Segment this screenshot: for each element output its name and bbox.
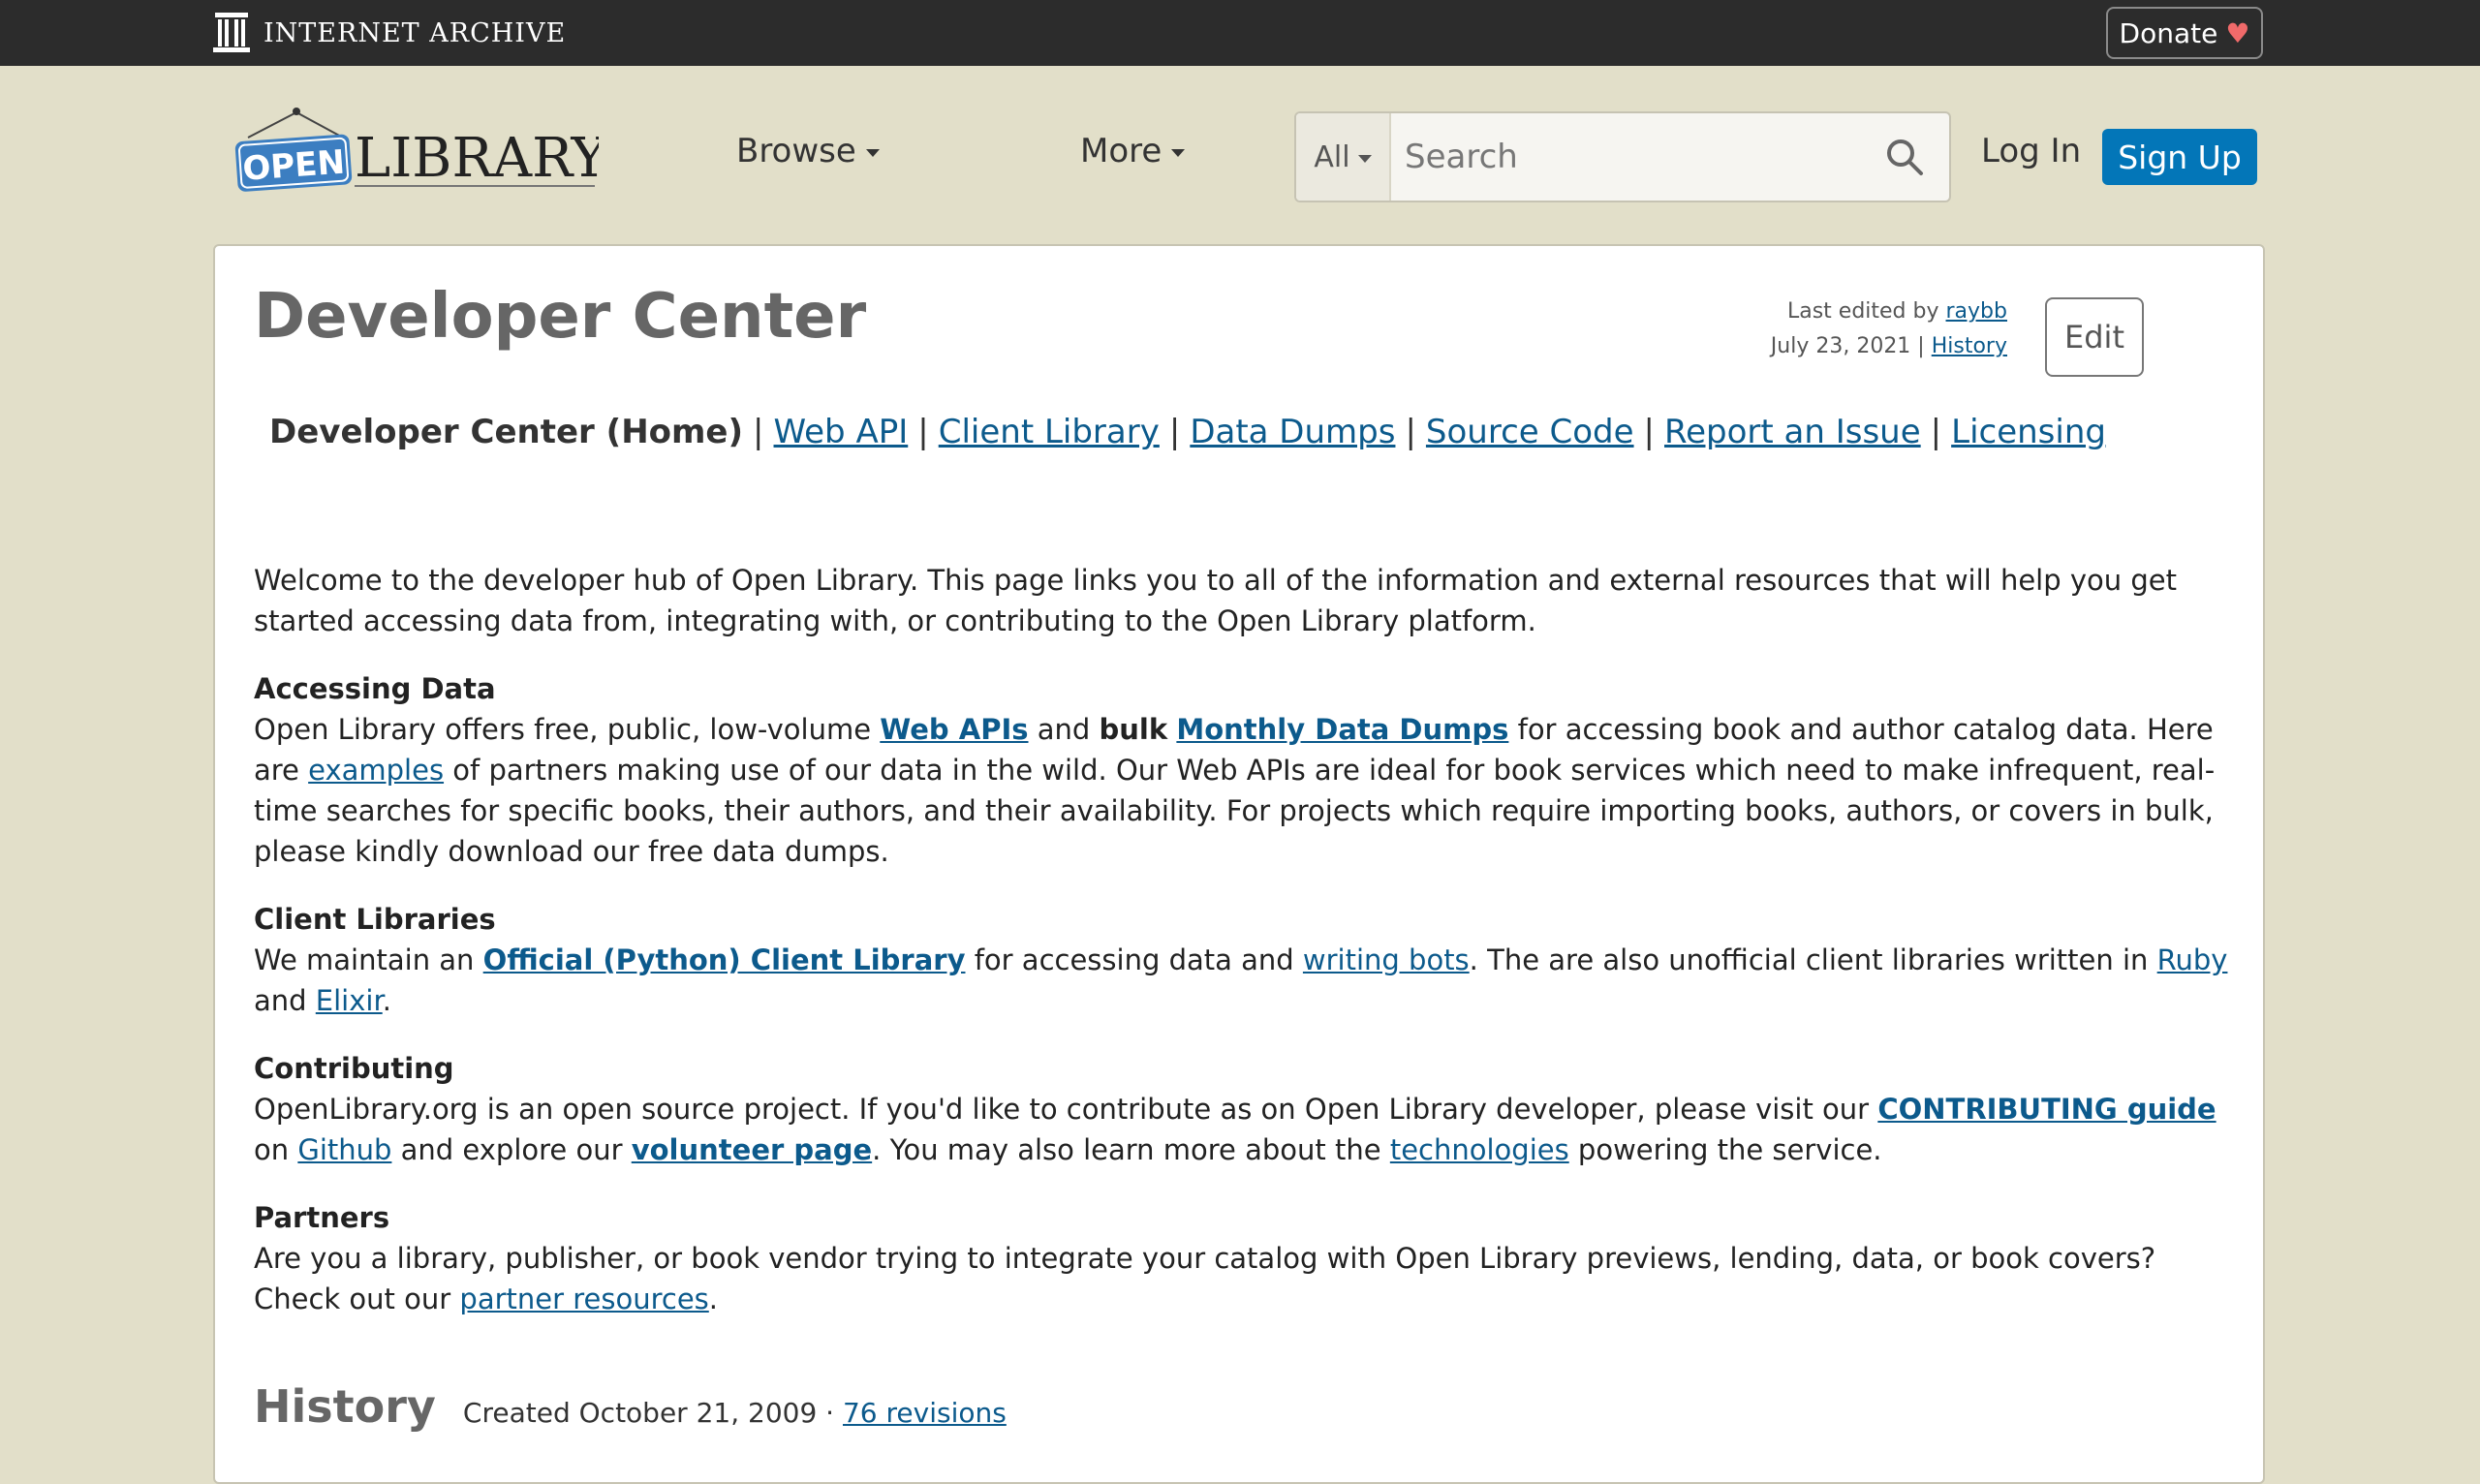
- partner-resources-link[interactable]: partner resources: [459, 1283, 708, 1315]
- last-edited-date: July 23, 2021: [1770, 334, 1911, 358]
- edit-info: Last edited by raybb July 23, 2021 | His…: [1770, 299, 2007, 358]
- text: and: [1028, 713, 1100, 746]
- text: . You may also learn more about the: [872, 1133, 1390, 1166]
- internet-archive-bar: INTERNET ARCHIVE Donate ♥: [0, 0, 2480, 66]
- chevron-down-icon: [1357, 155, 1372, 163]
- client-libraries-section: Client Libraries We maintain an Official …: [254, 899, 2240, 1021]
- devnav-web-api[interactable]: Web API: [774, 413, 909, 451]
- browse-menu[interactable]: Browse: [736, 132, 880, 170]
- page-title: Developer Center: [254, 281, 867, 353]
- search-scope-select[interactable]: All: [1296, 113, 1391, 201]
- bulk-text: bulk: [1099, 713, 1168, 746]
- search-icon: [1887, 139, 1923, 175]
- intro-paragraph: Welcome to the developer hub of Open Lib…: [254, 564, 2177, 637]
- heart-icon: ♥: [2225, 16, 2250, 49]
- devnav-source-code[interactable]: Source Code: [1426, 413, 1634, 451]
- created-date: Created October 21, 2009 ·: [462, 1397, 843, 1429]
- developer-nav: Developer Center (Home) | Web API | Client L…: [269, 413, 2106, 451]
- text: and: [254, 984, 316, 1017]
- open-library-logo[interactable]: OPEN LIBRARY: [234, 105, 599, 194]
- web-apis-link[interactable]: Web APIs: [880, 713, 1028, 746]
- history-section: History Created October 21, 2009 · 76 re…: [254, 1380, 1007, 1433]
- page-body: Welcome to the developer hub of Open Lib…: [254, 560, 2240, 1346]
- text: [1167, 713, 1176, 746]
- login-link[interactable]: Log In: [1981, 132, 2081, 170]
- search-scope-label: All: [1314, 139, 1350, 174]
- text: OpenLibrary.org is an open source projec…: [254, 1093, 1878, 1126]
- text: on: [254, 1133, 298, 1166]
- more-label: More: [1080, 132, 1162, 170]
- text: of partners making use of our data in th…: [254, 754, 2216, 868]
- donate-label: Donate: [2119, 16, 2218, 49]
- devnav-data-dumps[interactable]: Data Dumps: [1190, 413, 1395, 451]
- internet-archive-title: INTERNET ARCHIVE: [264, 17, 567, 48]
- text: We maintain an: [254, 943, 483, 976]
- chevron-down-icon: [865, 149, 880, 157]
- partners-section: Partners Are you a library, publisher, or…: [254, 1197, 2240, 1319]
- browse-label: Browse: [736, 132, 856, 170]
- text: and explore our: [391, 1133, 632, 1166]
- github-link[interactable]: Github: [297, 1133, 391, 1166]
- last-edited-prefix: Last edited by: [1786, 299, 1939, 324]
- signup-button[interactable]: Sign Up: [2102, 129, 2257, 185]
- ruby-link[interactable]: Ruby: [2157, 943, 2228, 976]
- search-button[interactable]: [1860, 113, 1949, 201]
- history-link[interactable]: History: [1932, 334, 2007, 358]
- history-meta: Created October 21, 2009 · 76 revisions: [463, 1397, 1007, 1429]
- writing-bots-link[interactable]: writing bots: [1303, 943, 1470, 976]
- text: Open Library offers free, public, low-vo…: [254, 713, 881, 746]
- official-client-library-link[interactable]: Official (Python) Client Library: [483, 943, 966, 976]
- elixir-link[interactable]: Elixir: [316, 984, 383, 1017]
- history-title: History: [254, 1380, 436, 1433]
- devnav-current: Developer Center (Home): [269, 413, 744, 451]
- edit-button[interactable]: Edit: [2045, 297, 2144, 377]
- client-libraries-heading: Client Libraries: [254, 903, 496, 936]
- monthly-data-dumps-link[interactable]: Monthly Data Dumps: [1176, 713, 1508, 746]
- chevron-down-icon: [1171, 149, 1186, 157]
- revisions-link[interactable]: 76 revisions: [843, 1397, 1007, 1429]
- devnav-licensing[interactable]: Licensing: [1951, 413, 2106, 451]
- contributing-section: Contributing OpenLibrary.org is an open s…: [254, 1048, 2240, 1170]
- text: .: [708, 1283, 718, 1315]
- accessing-data-heading: Accessing Data: [254, 672, 496, 705]
- logo-library-text: LIBRARY: [355, 127, 599, 190]
- text: powering the service.: [1568, 1133, 1882, 1166]
- text: .: [382, 984, 391, 1017]
- logo-open-text: OPEN: [241, 143, 346, 189]
- examples-link[interactable]: examples: [308, 754, 444, 787]
- devnav-client-library[interactable]: Client Library: [939, 413, 1160, 451]
- more-menu[interactable]: More: [1080, 132, 1186, 170]
- internet-archive-logo[interactable]: INTERNET ARCHIVE: [213, 10, 566, 56]
- last-edited-user-link[interactable]: raybb: [1946, 299, 2007, 324]
- technologies-link[interactable]: technologies: [1390, 1133, 1569, 1166]
- donate-button[interactable]: Donate ♥: [2106, 7, 2263, 59]
- volunteer-page-link[interactable]: volunteer page: [632, 1133, 872, 1166]
- archive-building-icon: [213, 13, 250, 52]
- contributing-heading: Contributing: [254, 1052, 454, 1085]
- contributing-guide-link[interactable]: CONTRIBUTING guide: [1877, 1093, 2216, 1126]
- accessing-data-section: Accessing Data Open Library offers free, …: [254, 668, 2240, 872]
- search-input[interactable]: [1391, 113, 1860, 201]
- devnav-report-issue[interactable]: Report an Issue: [1664, 413, 1921, 451]
- search-bar: All: [1294, 111, 1951, 202]
- text: . The are also unofficial client librari…: [1469, 943, 2157, 976]
- text: for accessing data and: [965, 943, 1303, 976]
- partners-heading: Partners: [254, 1201, 390, 1234]
